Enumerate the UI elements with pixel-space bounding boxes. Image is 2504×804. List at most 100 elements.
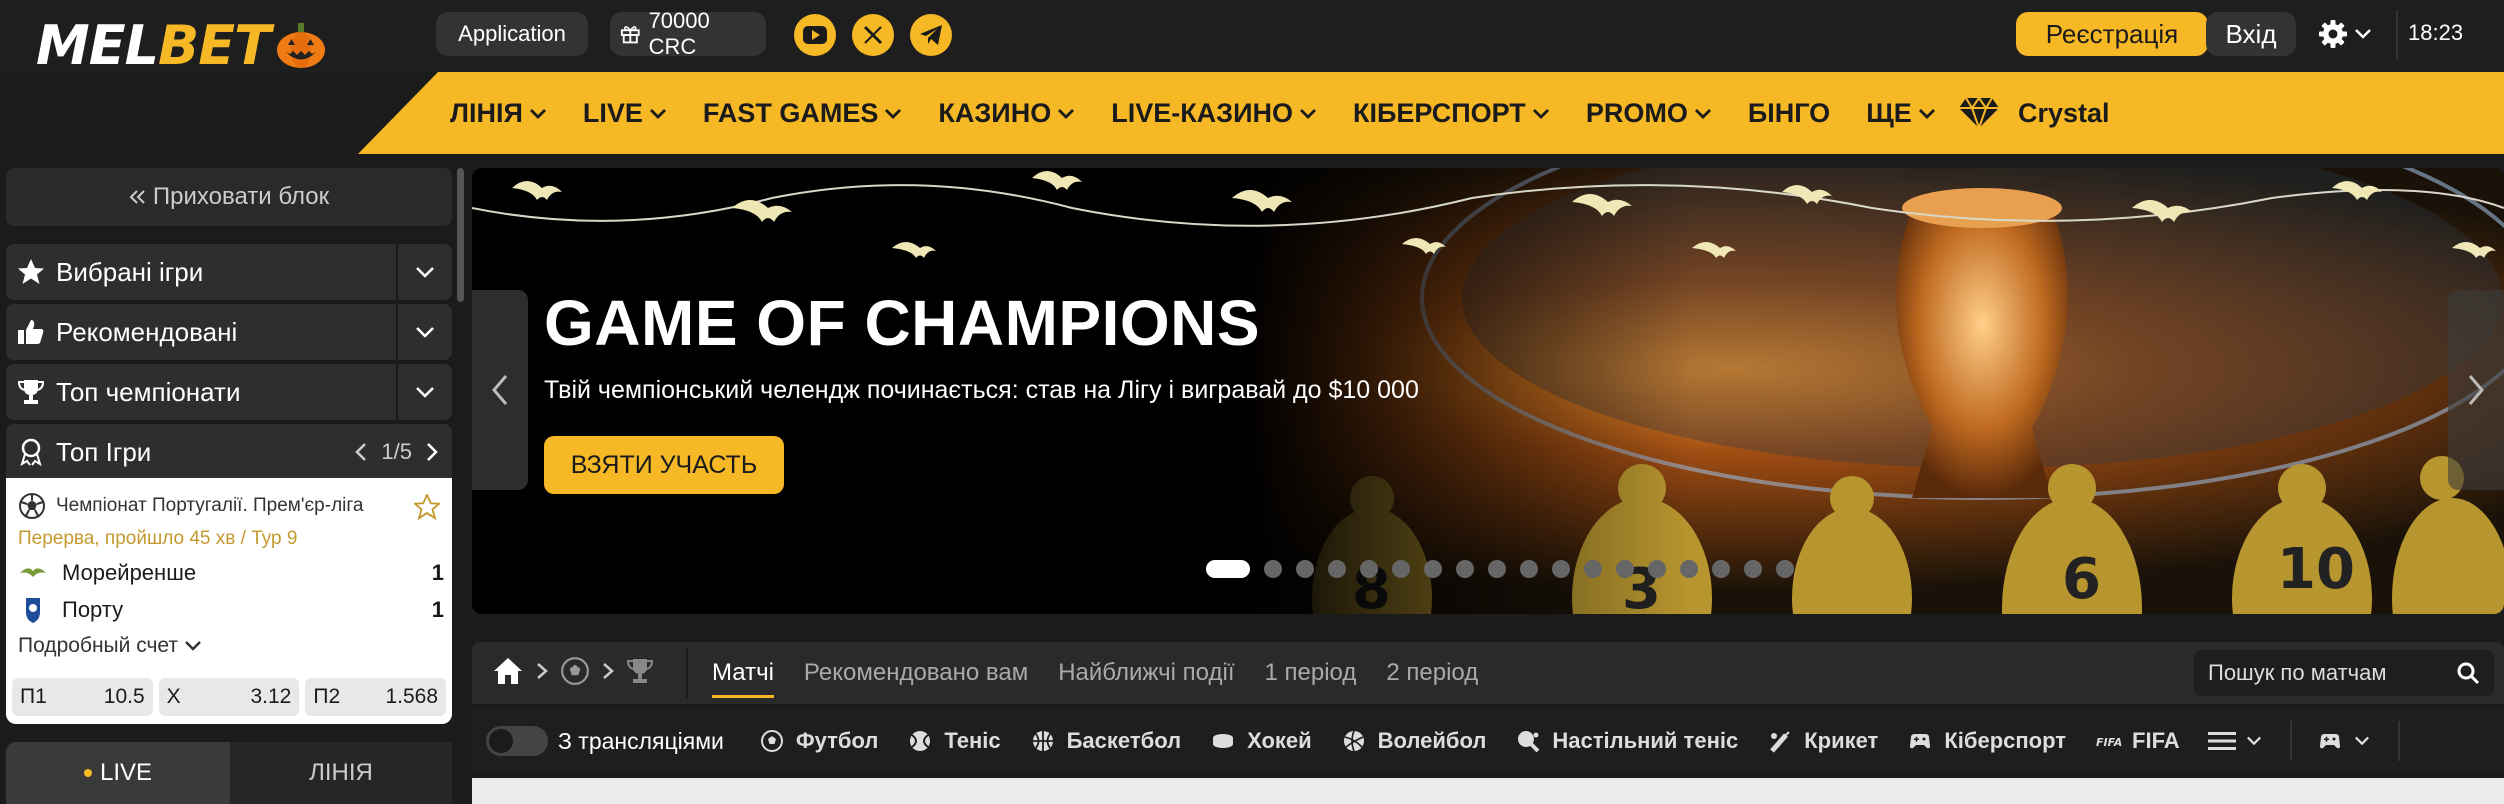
volleyball-icon: [1343, 730, 1364, 752]
sport-gamepad[interactable]: Кіберспорт: [1906, 728, 2066, 754]
broadcast-toggle[interactable]: [486, 726, 548, 756]
odds-row: П1 10.5 X 3.12 П2 1.568: [12, 678, 447, 716]
banner-prev-button[interactable]: [472, 290, 528, 490]
bonus-button[interactable]: 70000 CRC: [610, 8, 766, 59]
home-icon[interactable]: [492, 656, 524, 686]
promo-banner[interactable]: 3 6 10 8 GAME OF CHAMPIONS Твій чемпіонс…: [472, 168, 2504, 614]
nav-item-5[interactable]: КІБЕРСПОРТ: [1353, 98, 1550, 129]
nav-item-3[interactable]: КАЗИНО: [938, 98, 1075, 129]
banner-dot[interactable]: [1520, 560, 1538, 578]
banner-dot[interactable]: [1456, 560, 1474, 578]
chevron-right-icon[interactable]: [426, 442, 438, 462]
more-sports-menu[interactable]: [2207, 729, 2262, 753]
chevron-down-icon: [1918, 109, 1935, 119]
tab-filter-0[interactable]: Матчі: [712, 642, 774, 704]
sidebar-scrollbar[interactable]: [457, 168, 464, 302]
basketball-icon: [1032, 731, 1053, 751]
sidebar-item-favorites[interactable]: Вибрані ігри: [6, 244, 452, 300]
nav-item-6[interactable]: PROMO: [1586, 98, 1712, 129]
banner-dot[interactable]: [1328, 560, 1346, 578]
trophy-icon: [17, 380, 45, 404]
chevron-down-icon: [185, 641, 201, 651]
nav-item-8[interactable]: ЩЕ: [1866, 98, 1936, 129]
search-icon[interactable]: [2456, 661, 2480, 685]
match-status: Перерва, пройшло 45 хв / Тур 9: [18, 528, 298, 549]
football-icon: [760, 730, 783, 752]
youtube-icon: [803, 26, 827, 44]
banner-dot[interactable]: [1744, 560, 1762, 578]
double-chevron-left-icon: [129, 190, 145, 204]
telegram-button[interactable]: [910, 14, 952, 56]
nav-crystal[interactable]: Crystal: [1958, 72, 2110, 154]
banner-dot[interactable]: [1392, 560, 1410, 578]
football-icon[interactable]: [560, 656, 590, 686]
breadcrumb: [492, 656, 654, 686]
match-search[interactable]: [2194, 650, 2494, 696]
nav-item-0[interactable]: ЛІНІЯ: [450, 98, 547, 129]
nav-item-1[interactable]: LIVE: [583, 98, 667, 129]
trophy-icon[interactable]: [626, 657, 654, 685]
pumpkin-icon: [276, 23, 325, 68]
register-button[interactable]: Реєстрація: [2016, 12, 2208, 56]
melbet-logo[interactable]: MELBET: [36, 14, 366, 78]
nav-item-4[interactable]: LIVE-КАЗИНО: [1111, 98, 1317, 129]
nav-item-2[interactable]: FAST GAMES: [703, 98, 903, 129]
nav-item-7[interactable]: БІНГО: [1748, 98, 1830, 129]
application-button[interactable]: Application: [436, 12, 588, 56]
banner-dot[interactable]: [1296, 560, 1314, 578]
favorite-star-icon[interactable]: [414, 494, 440, 520]
chevron-down-icon: [2246, 736, 2261, 746]
settings-menu[interactable]: [2318, 14, 2386, 54]
chevron-down-icon: [2354, 736, 2369, 746]
esports-menu[interactable]: [2316, 729, 2370, 753]
cricket-icon: [1770, 731, 1790, 753]
banner-dot[interactable]: [1712, 560, 1730, 578]
top-game-card[interactable]: Чемпіонат Португалії. Прем'єр-ліга Перер…: [6, 478, 452, 724]
banner-dot[interactable]: [1616, 560, 1634, 578]
banner-dot[interactable]: [1264, 560, 1282, 578]
sport-volleyball[interactable]: Волейбол: [1340, 728, 1486, 754]
chevron-down-icon: [529, 109, 546, 119]
sidebar-item-top-championships[interactable]: Топ чемпіонати: [6, 364, 452, 420]
odd-p2-button[interactable]: П2 1.568: [305, 678, 447, 716]
banner-dot[interactable]: [1206, 560, 1250, 578]
banner-dot[interactable]: [1680, 560, 1698, 578]
event-filter-bar: Матчі Рекомендовано вам Найближчі події 1 п…: [472, 642, 2504, 704]
youtube-button[interactable]: [794, 14, 836, 56]
hockey-icon: [1213, 734, 1234, 748]
banner-dot[interactable]: [1360, 560, 1378, 578]
banner-dot[interactable]: [1552, 560, 1570, 578]
tab-line[interactable]: ЛІНІЯ: [230, 742, 452, 804]
sidebar-item-recommended[interactable]: Рекомендовані: [6, 304, 452, 360]
tab-filter-4[interactable]: 2 період: [1386, 642, 1478, 704]
banner-next-button[interactable]: [2448, 290, 2504, 490]
odd-draw-button[interactable]: X 3.12: [158, 678, 300, 716]
tab-live[interactable]: LIVE: [6, 742, 230, 804]
login-button[interactable]: Вхід: [2206, 12, 2296, 56]
odd-p1-button[interactable]: П1 10.5: [12, 678, 153, 716]
sport-football[interactable]: Футбол: [758, 728, 878, 754]
tab-filter-1[interactable]: Рекомендовано вам: [804, 642, 1028, 704]
sidebar-item-top-games[interactable]: Топ Ігри 1/5: [6, 424, 452, 480]
hide-block-button[interactable]: Приховати блок: [6, 168, 452, 226]
sport-table-tennis[interactable]: Настільний теніс: [1514, 728, 1738, 754]
detailed-score-link[interactable]: Подробный счет: [18, 634, 202, 658]
sport-cricket[interactable]: Крикет: [1766, 728, 1878, 754]
clock: 18:23: [2408, 20, 2464, 45]
sport-tennis[interactable]: Теніс: [906, 728, 1001, 754]
chevron-left-icon[interactable]: [355, 442, 367, 462]
banner-dot[interactable]: [1584, 560, 1602, 578]
sport-basketball[interactable]: Баскетбол: [1029, 728, 1181, 754]
banner-dot[interactable]: [1648, 560, 1666, 578]
banner-dot[interactable]: [1488, 560, 1506, 578]
banner-dot[interactable]: [1424, 560, 1442, 578]
banner-cta-button[interactable]: ВЗЯТИ УЧАСТЬ: [544, 436, 784, 494]
banner-dot[interactable]: [1776, 560, 1794, 578]
tab-filter-3[interactable]: 1 період: [1265, 642, 1357, 704]
sport-hockey[interactable]: Хокей: [1209, 728, 1312, 754]
x-twitter-button[interactable]: [852, 14, 894, 56]
search-input[interactable]: [2208, 660, 2448, 686]
chevron-down-icon: [2355, 29, 2371, 39]
sport-fifa[interactable]: FIFA FIFA: [2094, 728, 2180, 754]
tab-filter-2[interactable]: Найближчі події: [1058, 642, 1234, 704]
